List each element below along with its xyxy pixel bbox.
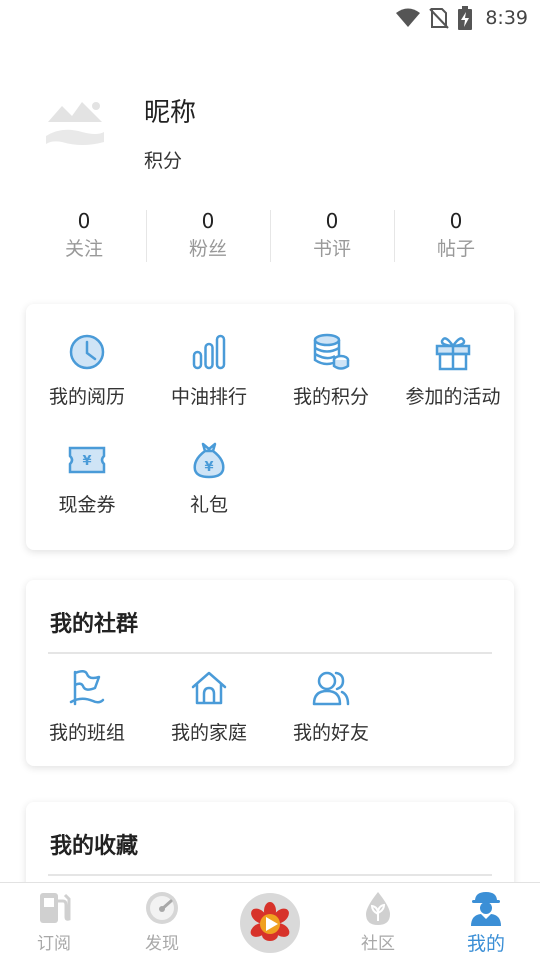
divider <box>48 874 492 876</box>
wifi-icon <box>396 8 421 27</box>
profile-header: 昵称 积分 <box>0 80 540 190</box>
bottom-tab-bar: 订阅 发现 社区 我的 <box>0 882 540 960</box>
voucher-icon: ¥ <box>68 446 106 474</box>
stat-label: 帖子 <box>436 238 475 260</box>
status-bar: 8:39 <box>0 0 540 36</box>
tab-label: 订阅 <box>37 934 71 954</box>
stats-row: 0 关注 0 粉丝 0 书评 0 帖子 <box>22 208 518 266</box>
feature-cash-voucher[interactable]: ¥ 现金券 <box>26 440 148 517</box>
stat-value: 0 <box>77 209 91 233</box>
tab-discover[interactable]: 发现 <box>112 889 212 954</box>
tab-label: 我的 <box>466 933 505 955</box>
tab-community[interactable]: 社区 <box>328 889 428 954</box>
center-play-button[interactable] <box>240 893 300 953</box>
tab-label: 社区 <box>361 934 395 954</box>
clock-time: 8:39 <box>485 7 528 29</box>
community-friends[interactable]: 我的好友 <box>270 668 392 745</box>
feature-label: 我的积分 <box>292 386 369 408</box>
stat-posts[interactable]: 0 帖子 <box>394 208 518 266</box>
divider <box>48 652 492 654</box>
no-sim-icon <box>429 8 450 29</box>
points-label: 积分 <box>144 150 183 172</box>
feature-label: 参加的活动 <box>405 386 501 408</box>
speedometer-icon <box>146 892 178 924</box>
gift-icon <box>435 337 471 371</box>
community-title: 我的社群 <box>50 612 139 637</box>
feature-ranking[interactable]: 中油排行 <box>148 332 270 409</box>
feature-label: 中油排行 <box>170 386 247 408</box>
stat-follow[interactable]: 0 关注 <box>22 208 146 266</box>
feature-joined-activities[interactable]: 参加的活动 <box>392 332 514 409</box>
stat-fans[interactable]: 0 粉丝 <box>146 208 270 266</box>
svg-text:¥: ¥ <box>82 454 91 469</box>
feature-label: 礼包 <box>189 494 228 516</box>
features-card: 我的阅历 中油排行 我的积分 参加的活动 ¥ 现金券 ¥ 礼包 <box>26 304 514 550</box>
stat-label: 关注 <box>64 238 103 260</box>
friends-icon <box>312 671 350 706</box>
tab-label: 发现 <box>145 934 179 954</box>
community-label: 我的家庭 <box>170 722 247 744</box>
community-card: 我的社群 我的班组 我的家庭 我的好友 <box>26 580 514 766</box>
feature-reading-history[interactable]: 我的阅历 <box>26 332 148 409</box>
play-logo-icon <box>250 902 290 941</box>
stat-reviews[interactable]: 0 书评 <box>270 208 394 266</box>
drop-leaf-icon <box>366 892 390 925</box>
nickname[interactable]: 昵称 <box>144 92 196 129</box>
tab-mine[interactable]: 我的 <box>436 889 536 956</box>
feature-gift-pack[interactable]: ¥ 礼包 <box>148 440 270 517</box>
community-label: 我的好友 <box>292 722 369 744</box>
ranking-bars-icon <box>192 334 226 370</box>
feature-label: 我的阅历 <box>48 386 125 408</box>
battery-charging-icon <box>458 6 473 30</box>
clock-icon <box>69 334 105 370</box>
favorites-title: 我的收藏 <box>50 834 139 859</box>
community-label: 我的班组 <box>48 722 125 744</box>
stat-label: 书评 <box>312 238 351 260</box>
feature-label: 现金券 <box>58 494 116 516</box>
worker-avatar-icon <box>471 892 501 926</box>
home-icon <box>191 671 227 705</box>
community-family[interactable]: 我的家庭 <box>148 668 270 745</box>
tab-subscribe[interactable]: 订阅 <box>4 889 104 954</box>
stat-value: 0 <box>325 209 339 233</box>
money-bag-icon: ¥ <box>193 442 225 479</box>
community-team[interactable]: 我的班组 <box>26 668 148 745</box>
stat-label: 粉丝 <box>188 238 227 260</box>
fuel-pump-icon <box>40 893 71 923</box>
flag-icon <box>69 670 105 706</box>
feature-my-points[interactable]: 我的积分 <box>270 332 392 409</box>
coin-stack-icon <box>313 333 350 370</box>
svg-text:¥: ¥ <box>204 460 213 475</box>
avatar-placeholder-icon[interactable] <box>42 92 108 152</box>
stat-value: 0 <box>449 209 463 233</box>
stat-value: 0 <box>201 209 215 233</box>
